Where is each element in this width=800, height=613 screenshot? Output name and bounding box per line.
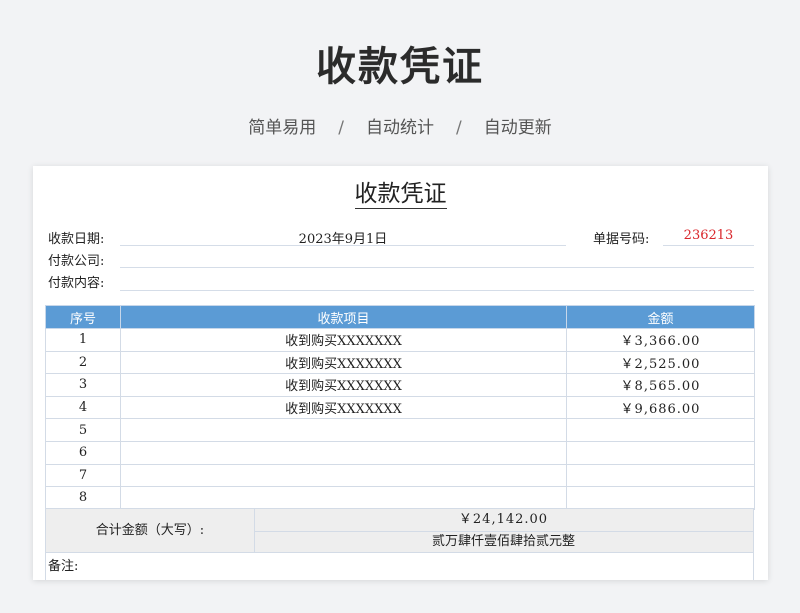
date-label: 收款日期: bbox=[48, 232, 105, 247]
row-no[interactable]: 7 bbox=[45, 463, 121, 488]
col-header-amount: 金额 bbox=[566, 305, 755, 329]
voucher-title: 收款凭证 bbox=[354, 181, 447, 209]
col-header-no: 序号 bbox=[45, 305, 121, 329]
row-item[interactable]: 收到购买XXXXXXX bbox=[120, 395, 567, 420]
row-no[interactable]: 8 bbox=[45, 486, 121, 510]
row-item[interactable] bbox=[120, 486, 567, 510]
row-no[interactable]: 2 bbox=[45, 350, 121, 375]
row-no[interactable]: 5 bbox=[45, 418, 121, 442]
table-row: 3 收到购买XXXXXXX ￥8,565.00 bbox=[45, 373, 755, 397]
total-label: 合计金额（大写）: bbox=[46, 509, 255, 552]
voucher-sheet: 收款凭证 收款日期: 2023年9月1日 单据号码: 236213 付款公司: … bbox=[33, 166, 768, 580]
table-row: 7 bbox=[45, 463, 755, 488]
row-item[interactable]: 收到购买XXXXXXX bbox=[120, 373, 567, 397]
payer-underline bbox=[120, 267, 754, 268]
tag-easy: 简单易用 bbox=[248, 118, 317, 138]
doc-no-value[interactable]: 236213 bbox=[663, 228, 754, 243]
row-amount[interactable] bbox=[566, 418, 755, 442]
total-amount[interactable]: ￥24,142.00 bbox=[254, 509, 753, 532]
row-no[interactable]: 4 bbox=[45, 395, 121, 420]
row-item[interactable] bbox=[120, 418, 567, 442]
table-header-row: 序号 收款项目 金额 bbox=[45, 305, 755, 329]
total-amount-words[interactable]: 贰万肆仟壹佰肆拾贰元整 bbox=[254, 531, 753, 552]
content-label: 付款内容: bbox=[48, 276, 105, 291]
row-item[interactable] bbox=[120, 440, 567, 465]
row-amount[interactable] bbox=[566, 486, 755, 510]
tag-auto-update: 自动更新 bbox=[483, 118, 552, 138]
total-section: 合计金额（大写）: ￥24,142.00 贰万肆仟壹佰肆拾贰元整 bbox=[45, 508, 754, 553]
table-row: 8 bbox=[45, 486, 755, 510]
row-no[interactable]: 6 bbox=[45, 440, 121, 465]
payer-label: 付款公司: bbox=[48, 254, 105, 269]
row-item[interactable]: 收到购买XXXXXXX bbox=[120, 350, 567, 375]
table-row: 2 收到购买XXXXXXX ￥2,525.00 bbox=[45, 350, 755, 375]
date-value[interactable]: 2023年9月1日 bbox=[120, 228, 566, 247]
row-amount[interactable] bbox=[566, 463, 755, 488]
row-no[interactable]: 1 bbox=[45, 328, 121, 352]
row-item[interactable]: 收到购买XXXXXXX bbox=[120, 328, 567, 352]
table-row: 5 bbox=[45, 418, 755, 442]
row-amount[interactable]: ￥2,525.00 bbox=[566, 350, 755, 375]
doc-no-underline bbox=[663, 245, 754, 246]
tag-separator: / bbox=[456, 118, 462, 138]
row-amount[interactable] bbox=[566, 440, 755, 465]
tag-separator: / bbox=[338, 118, 344, 138]
table-row: 1 收到购买XXXXXXX ￥3,366.00 bbox=[45, 328, 755, 352]
table-row: 4 收到购买XXXXXXX ￥9,686.00 bbox=[45, 395, 755, 420]
items-table: 序号 收款项目 金额 1 收到购买XXXXXXX ￥3,366.00 2 收到购… bbox=[45, 305, 755, 510]
content-underline bbox=[120, 290, 754, 291]
doc-no-label: 单据号码: bbox=[593, 232, 650, 247]
row-item[interactable] bbox=[120, 463, 567, 488]
table-row: 6 bbox=[45, 440, 755, 465]
tag-auto-stats: 自动统计 bbox=[366, 118, 434, 138]
row-no[interactable]: 3 bbox=[45, 373, 121, 397]
row-amount[interactable]: ￥9,686.00 bbox=[566, 395, 755, 420]
row-amount[interactable]: ￥3,366.00 bbox=[566, 328, 755, 352]
tagline: 简单易用 / 自动统计 / 自动更新 bbox=[0, 113, 800, 138]
page-title: 收款凭证 bbox=[316, 44, 484, 90]
remark-label: 备注: bbox=[48, 559, 79, 574]
remark-box[interactable] bbox=[45, 553, 754, 580]
row-amount[interactable]: ￥8,565.00 bbox=[566, 373, 755, 397]
col-header-item: 收款项目 bbox=[120, 305, 567, 329]
